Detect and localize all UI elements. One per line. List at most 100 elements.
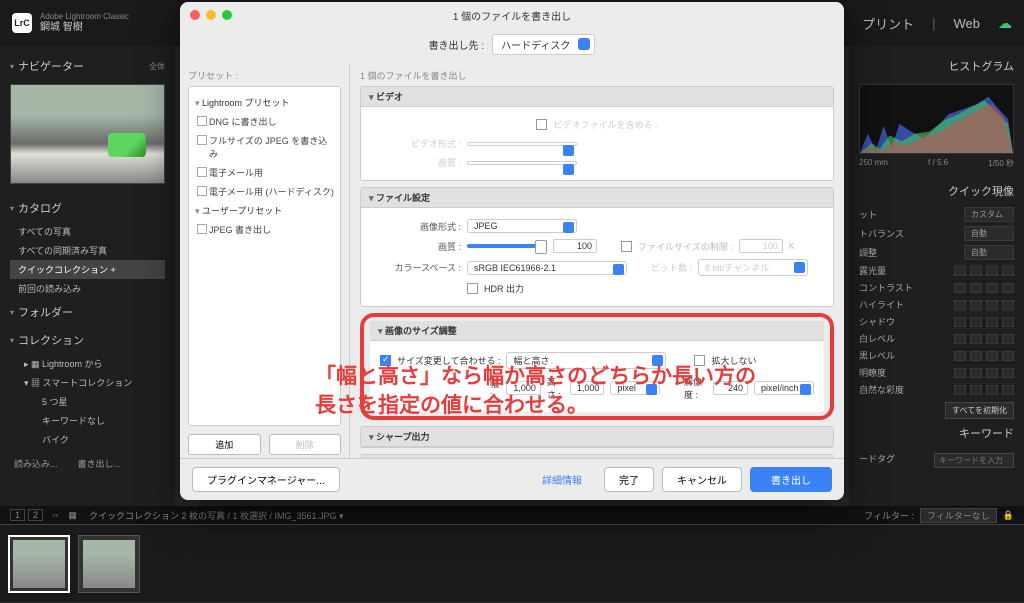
filmstrip-thumb[interactable] <box>78 535 140 593</box>
collection-panel-title[interactable]: コレクション <box>10 326 165 354</box>
preset-item[interactable]: JPEG 書き出し <box>193 220 336 239</box>
quality-slider[interactable] <box>467 244 547 248</box>
inc-button[interactable] <box>1002 266 1014 276</box>
preset-group[interactable]: Lightroom プリセット <box>193 93 336 112</box>
catalog-list: すべての写真 すべての同期済み写真 クイックコレクション + 前回の読み込み <box>10 222 165 298</box>
width-input[interactable]: 1,000 <box>506 381 541 395</box>
preset-item[interactable]: DNG に書き出し <box>193 112 336 131</box>
slider-row: ハイライト <box>859 296 1014 313</box>
coll-item[interactable]: ▾ ▦ スマートコレクション <box>10 373 165 392</box>
preset-item[interactable]: 電子メール用 (ハードディスク) <box>193 182 336 201</box>
section-header[interactable]: 画像のサイズ調整 <box>370 321 824 341</box>
dialog-body: プリセット : Lightroom プリセット DNG に書き出し フルサイズの… <box>180 65 844 458</box>
right-panel: ヒストグラム 250 mm f / 5.6 1/50 秒 クイック現像 ットカス… <box>849 46 1024 506</box>
grid-icon[interactable]: ▦ <box>68 510 77 521</box>
quality-input[interactable]: 100 <box>553 239 597 253</box>
filmstrip <box>0 524 1024 602</box>
brand-block: Adobe Lightroom Classic 鋼城 智樹 <box>40 12 129 34</box>
adj-select[interactable]: 自動 <box>964 245 1014 260</box>
no-enlarge-checkbox[interactable] <box>694 355 705 366</box>
section-header[interactable]: ビデオ <box>361 87 833 107</box>
catalog-item[interactable]: すべての写真 <box>10 222 165 241</box>
status-text: クイックコレクション 2 枚の写真 / 1 枚選択 / IMG_3561.JPG… <box>89 509 344 522</box>
navigator-preview[interactable] <box>10 84 165 184</box>
sharpen-section: シャープ出力 <box>360 426 834 448</box>
add-preset-button[interactable]: 追加 <box>188 434 261 455</box>
wb-select[interactable]: 自動 <box>964 226 1014 241</box>
coll-item[interactable]: バイク <box>10 430 165 449</box>
user-name: 鋼城 智樹 <box>40 22 129 34</box>
catalog-item[interactable]: 前回の読み込み <box>10 279 165 298</box>
slider-row: コントラスト <box>859 279 1014 296</box>
export-button[interactable]: 書き出し... <box>78 457 122 470</box>
remove-preset-button[interactable]: 削除 <box>269 434 342 455</box>
collection-list: ▸ ▦ Lightroom から ▾ ▦ スマートコレクション 5 つ星 キーワ… <box>10 354 165 449</box>
catalog-item-active[interactable]: クイックコレクション + <box>10 260 165 279</box>
coll-item[interactable]: ▸ ▦ Lightroom から <box>10 354 165 373</box>
import-button[interactable]: 読み込み... <box>14 457 58 470</box>
colorspace-select[interactable]: sRGB IEC61966-2.1 <box>467 261 627 275</box>
navigator-panel-title[interactable]: ナビゲーター 全体 <box>10 52 165 80</box>
close-window-icon[interactable] <box>190 10 200 20</box>
export-button[interactable]: 書き出し <box>750 467 832 492</box>
slider-row: 露光量 <box>859 262 1014 279</box>
keyword-tag-row: ードタグ <box>859 447 1014 470</box>
keyword-input[interactable] <box>934 453 1014 468</box>
height-input[interactable]: 1,000 <box>570 381 605 395</box>
dialog-titlebar: 1 個のファイルを書き出し <box>180 2 844 28</box>
cloud-sync-icon[interactable]: ☁ <box>998 15 1012 32</box>
window-controls <box>190 10 232 20</box>
histogram-title[interactable]: ヒストグラム <box>859 52 1014 80</box>
plugin-manager-button[interactable]: プラグインマネージャー... <box>192 467 340 492</box>
quick-develop-title[interactable]: クイック現像 <box>859 177 1014 205</box>
fit-select[interactable]: 幅と高さ <box>506 352 666 369</box>
section-header[interactable]: ファイル設定 <box>361 188 833 208</box>
settings-note: 1 個のファイルを書き出し <box>360 69 834 86</box>
size-unit-select[interactable]: pixel <box>610 381 660 395</box>
resolution-input[interactable]: 240 <box>713 381 748 395</box>
resize-checkbox[interactable] <box>380 355 391 366</box>
preset-item[interactable]: フルサイズの JPEG を書き込み <box>193 131 336 163</box>
slider-row: 明瞭度 <box>859 364 1014 381</box>
resolution-unit-select[interactable]: pixel/inch <box>754 381 814 395</box>
histogram-info: 250 mm f / 5.6 1/50 秒 <box>859 158 1014 169</box>
video-quality-select <box>467 161 577 165</box>
catalog-panel-title[interactable]: カタログ <box>10 194 165 222</box>
reset-all-button[interactable]: すべてを初期化 <box>945 402 1014 419</box>
minimize-window-icon[interactable] <box>206 10 216 20</box>
cancel-button[interactable]: キャンセル <box>662 467 742 492</box>
image-sizing-section: 画像のサイズ調整 サイズ変更して合わせる : 幅と高さ 拡大しない 幅 :1,0… <box>370 321 824 412</box>
folder-panel-title[interactable]: フォルダー <box>10 298 165 326</box>
coll-item[interactable]: キーワードなし <box>10 411 165 430</box>
filesize-limit-checkbox[interactable] <box>621 241 632 252</box>
preset-select[interactable]: カスタム <box>964 207 1014 222</box>
filter-select[interactable]: フィルターなし <box>920 508 997 523</box>
preset-item[interactable]: 電子メール用 <box>193 163 336 182</box>
coll-item[interactable]: 5 つ星 <box>10 392 165 411</box>
destination-row: 書き出し先 : ハードディスク <box>180 28 844 65</box>
left-bottom-buttons: 読み込み... 書き出し... <box>10 449 165 478</box>
section-header[interactable]: シャープ出力 <box>361 427 833 447</box>
tab-web[interactable]: Web <box>954 16 981 31</box>
status-bar: 1 2 ◦◦ ▦ クイックコレクション 2 枚の写真 / 1 枚選択 / IMG… <box>0 506 1024 524</box>
dec-button[interactable] <box>954 266 966 276</box>
dest-select[interactable]: ハードディスク <box>492 34 595 55</box>
tab-print[interactable]: プリント <box>862 14 914 33</box>
slider-row: シャドウ <box>859 313 1014 330</box>
zoom-window-icon[interactable] <box>222 10 232 20</box>
preset-group[interactable]: ユーザープリセット <box>193 201 336 220</box>
detail-link[interactable]: 詳細情報 <box>528 468 596 491</box>
catalog-item[interactable]: すべての同期済み写真 <box>10 241 165 260</box>
histogram-display <box>859 84 1014 154</box>
left-panel: ナビゲーター 全体 カタログ すべての写真 すべての同期済み写真 クイックコレク… <box>0 46 175 506</box>
lock-icon[interactable]: 🔒 <box>1003 510 1014 521</box>
video-section: ビデオ ビデオファイルを含める : ビデオ形式 : 画質 : <box>360 86 834 181</box>
done-button[interactable]: 完了 <box>604 467 654 492</box>
page-1[interactable]: 1 <box>10 509 25 521</box>
keyword-title[interactable]: キーワード <box>859 419 1014 447</box>
file-format-select[interactable]: JPEG <box>467 219 577 233</box>
page-2[interactable]: 2 <box>28 509 43 521</box>
filmstrip-thumb-selected[interactable] <box>8 535 70 593</box>
slider-row: 自然な彩度 <box>859 381 1014 398</box>
hdr-checkbox[interactable] <box>467 283 478 294</box>
